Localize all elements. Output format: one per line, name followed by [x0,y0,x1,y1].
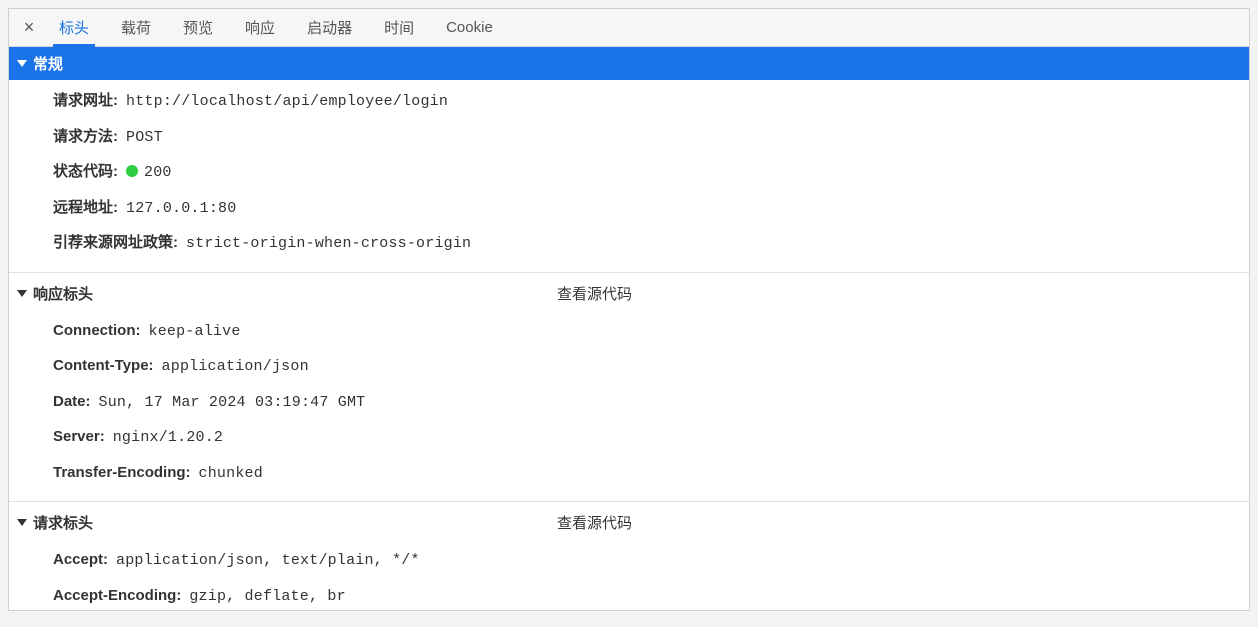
tab-cookies[interactable]: Cookie [430,12,509,44]
label-status-code: 状态代码 [53,161,118,184]
section-response-headers: 响应标头 查看源代码 Connection keep-alive Content… [9,272,1249,502]
header-value: Sun, 17 Mar 2024 03:19:47 GMT [99,392,366,415]
header-row: Server nginx/1.20.2 [9,420,1249,456]
label-referrer-policy: 引荐来源网址政策 [53,232,178,255]
section-request-headers-title: 请求标头 [33,512,93,533]
header-key: Connection [53,320,141,343]
label-request-url: 请求网址 [53,90,118,113]
label-request-method: 请求方法 [53,126,118,149]
value-request-url: http://localhost/api/employee/login [126,91,448,114]
network-detail-panel: × 标头 载荷 预览 响应 启动器 时间 Cookie 常规 请求网址 http… [8,8,1250,611]
tab-initiator[interactable]: 启动器 [291,10,368,46]
label-remote-address: 远程地址 [53,197,118,220]
section-request-headers: 请求标头 查看源代码 Accept application/json, text… [9,501,1249,611]
section-request-headers-body: Accept application/json, text/plain, */*… [9,539,1249,611]
tab-response[interactable]: 响应 [229,10,291,46]
header-value: application/json, text/plain, */* [116,550,420,573]
header-value: application/json [162,356,309,379]
header-row: Transfer-Encoding chunked [9,456,1249,492]
header-key: Accept [53,549,108,572]
header-row: Accept-Encoding gzip, deflate, br [9,579,1249,612]
header-value: chunked [199,463,263,486]
row-remote-address: 远程地址 127.0.0.1:80 [9,191,1249,227]
header-row: Connection keep-alive [9,314,1249,350]
section-response-headers-header[interactable]: 响应标头 查看源代码 [9,272,1249,310]
row-status-code: 状态代码 200 [9,155,1249,191]
section-general-title: 常规 [33,53,63,74]
tabbar: × 标头 载荷 预览 响应 启动器 时间 Cookie [9,9,1249,47]
row-referrer-policy: 引荐来源网址政策 strict-origin-when-cross-origin [9,226,1249,262]
status-dot-icon [126,165,138,177]
header-key: Date [53,391,91,414]
tab-timing[interactable]: 时间 [368,10,430,46]
row-request-url: 请求网址 http://localhost/api/employee/login [9,84,1249,120]
header-row: Content-Type application/json [9,349,1249,385]
value-referrer-policy: strict-origin-when-cross-origin [186,233,471,256]
tab-payload[interactable]: 载荷 [105,10,167,46]
header-key: Transfer-Encoding [53,462,191,485]
header-row: Date Sun, 17 Mar 2024 03:19:47 GMT [9,385,1249,421]
section-general-body: 请求网址 http://localhost/api/employee/login… [9,80,1249,272]
header-key: Accept-Encoding [53,585,181,608]
section-request-headers-header[interactable]: 请求标头 查看源代码 [9,501,1249,539]
header-value: keep-alive [149,321,241,344]
tab-headers[interactable]: 标头 [43,10,105,46]
section-general-header[interactable]: 常规 [9,47,1249,80]
header-row: Accept application/json, text/plain, */* [9,543,1249,579]
header-value: gzip, deflate, br [189,586,345,609]
status-code-text: 200 [144,164,172,181]
section-response-headers-body: Connection keep-alive Content-Type appli… [9,310,1249,502]
chevron-down-icon [17,290,27,297]
close-icon[interactable]: × [15,15,43,40]
header-key: Content-Type [53,355,154,378]
header-key: Server [53,426,105,449]
view-source-link[interactable]: 查看源代码 [557,283,632,304]
header-value: nginx/1.20.2 [113,427,223,450]
view-source-link[interactable]: 查看源代码 [557,512,632,533]
chevron-down-icon [17,519,27,526]
section-response-headers-title: 响应标头 [33,283,93,304]
value-request-method: POST [126,127,163,150]
value-status-code: 200 [126,162,172,185]
tab-preview[interactable]: 预览 [167,10,229,46]
chevron-down-icon [17,60,27,67]
row-request-method: 请求方法 POST [9,120,1249,156]
value-remote-address: 127.0.0.1:80 [126,198,236,221]
